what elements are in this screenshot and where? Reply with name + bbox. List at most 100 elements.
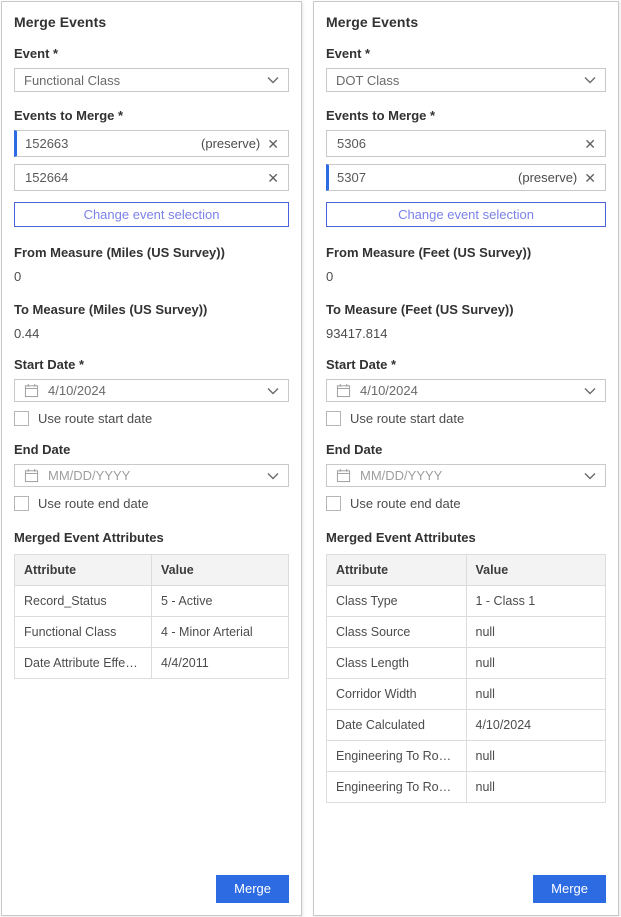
value-cell: null	[466, 772, 606, 803]
event-select-value: DOT Class	[336, 73, 399, 88]
table-row: Class Length null	[327, 648, 606, 679]
calendar-icon	[24, 383, 39, 398]
table-row: Engineering To RouteID null	[327, 741, 606, 772]
event-id: 5306	[337, 136, 584, 151]
event-id: 152664	[25, 170, 267, 185]
merged-event-attributes-table: Attribute Value Record_Status 5 - Active…	[14, 554, 289, 679]
start-date-label: Start Date *	[326, 357, 606, 372]
event-to-merge-item[interactable]: 152663 (preserve) ✕	[14, 130, 289, 157]
value-cell: null	[466, 679, 606, 710]
chevron-down-icon	[267, 472, 279, 480]
event-label: Event *	[326, 46, 606, 61]
table-row: Date Attribute Effective 4/4/2011	[15, 648, 289, 679]
use-route-end-date-row: Use route end date	[326, 496, 606, 511]
table-row: Class Source null	[327, 617, 606, 648]
chevron-down-icon	[267, 76, 279, 84]
merge-events-panel-right: Merge Events Event * DOT Class Events to…	[313, 1, 619, 916]
value-cell: null	[466, 741, 606, 772]
close-icon[interactable]: ✕	[267, 137, 279, 151]
from-measure-label: From Measure (Feet (US Survey))	[326, 245, 606, 260]
attribute-cell: Class Source	[327, 617, 467, 648]
start-date-label: Start Date *	[14, 357, 289, 372]
to-measure-value: 0.44	[14, 326, 289, 341]
close-icon[interactable]: ✕	[267, 171, 279, 185]
event-select-value: Functional Class	[24, 73, 120, 88]
panel-title: Merge Events	[14, 14, 289, 30]
start-date-value: 4/10/2024	[360, 383, 418, 398]
close-icon[interactable]: ✕	[584, 171, 596, 185]
use-route-end-date-checkbox[interactable]	[14, 496, 29, 511]
change-event-selection-button[interactable]: Change event selection	[326, 202, 606, 227]
use-route-start-date-row: Use route start date	[14, 411, 289, 426]
end-date-label: End Date	[326, 442, 606, 457]
event-to-merge-item[interactable]: 152664 ✕	[14, 164, 289, 191]
merge-events-workspace: Merge Events Event * Functional Class Ev…	[0, 0, 621, 917]
use-route-end-date-label: Use route end date	[38, 496, 149, 511]
attribute-cell: Engineering To RouteID	[327, 741, 467, 772]
end-date-input[interactable]: MM/DD/YYYY	[326, 464, 606, 487]
use-route-start-date-checkbox[interactable]	[14, 411, 29, 426]
start-date-input[interactable]: 4/10/2024	[326, 379, 606, 402]
attribute-cell: Engineering To Route ...	[327, 772, 467, 803]
calendar-icon	[336, 468, 351, 483]
attribute-cell: Date Attribute Effective	[15, 648, 152, 679]
panel-footer: Merge	[14, 875, 289, 903]
preserve-badge: (preserve)	[518, 170, 577, 185]
chevron-down-icon	[584, 472, 596, 480]
chevron-down-icon	[267, 387, 279, 395]
merge-button[interactable]: Merge	[533, 875, 606, 903]
event-select[interactable]: DOT Class	[326, 68, 606, 92]
merge-button[interactable]: Merge	[216, 875, 289, 903]
use-route-start-date-label: Use route start date	[38, 411, 152, 426]
event-to-merge-item[interactable]: 5306 ✕	[326, 130, 606, 157]
chevron-down-icon	[584, 76, 596, 84]
value-cell: 4 - Minor Arterial	[152, 617, 289, 648]
events-to-merge-label: Events to Merge *	[14, 108, 289, 123]
calendar-icon	[24, 468, 39, 483]
value-cell: 5 - Active	[152, 586, 289, 617]
panel-title: Merge Events	[326, 14, 606, 30]
table-row: Corridor Width null	[327, 679, 606, 710]
chevron-down-icon	[584, 387, 596, 395]
attribute-cell: Date Calculated	[327, 710, 467, 741]
use-route-start-date-label: Use route start date	[350, 411, 464, 426]
events-to-merge-label: Events to Merge *	[326, 108, 606, 123]
table-row: Engineering To Route ... null	[327, 772, 606, 803]
to-measure-value: 93417.814	[326, 326, 606, 341]
use-route-end-date-label: Use route end date	[350, 496, 461, 511]
event-id: 5307	[337, 170, 518, 185]
merge-events-panel-left: Merge Events Event * Functional Class Ev…	[1, 1, 302, 916]
use-route-start-date-checkbox[interactable]	[326, 411, 341, 426]
event-id: 152663	[25, 136, 201, 151]
merged-event-attributes-table: Attribute Value Class Type 1 - Class 1 C…	[326, 554, 606, 803]
to-measure-label: To Measure (Miles (US Survey))	[14, 302, 289, 317]
table-row: Date Calculated 4/10/2024	[327, 710, 606, 741]
table-row: Record_Status 5 - Active	[15, 586, 289, 617]
event-label: Event *	[14, 46, 289, 61]
end-date-placeholder: MM/DD/YYYY	[48, 468, 130, 483]
merged-event-attributes-title: Merged Event Attributes	[326, 530, 606, 545]
value-cell: null	[466, 648, 606, 679]
event-select[interactable]: Functional Class	[14, 68, 289, 92]
change-event-selection-button[interactable]: Change event selection	[14, 202, 289, 227]
panel-footer: Merge	[326, 875, 606, 903]
from-measure-value: 0	[326, 269, 606, 284]
use-route-end-date-row: Use route end date	[14, 496, 289, 511]
value-cell: null	[466, 617, 606, 648]
merged-event-attributes-title: Merged Event Attributes	[14, 530, 289, 545]
value-cell: 4/10/2024	[466, 710, 606, 741]
attribute-column-header: Attribute	[327, 555, 467, 586]
end-date-input[interactable]: MM/DD/YYYY	[14, 464, 289, 487]
end-date-label: End Date	[14, 442, 289, 457]
value-cell: 1 - Class 1	[466, 586, 606, 617]
from-measure-label: From Measure (Miles (US Survey))	[14, 245, 289, 260]
event-to-merge-item[interactable]: 5307 (preserve) ✕	[326, 164, 606, 191]
to-measure-label: To Measure (Feet (US Survey))	[326, 302, 606, 317]
value-cell: 4/4/2011	[152, 648, 289, 679]
close-icon[interactable]: ✕	[584, 137, 596, 151]
start-date-input[interactable]: 4/10/2024	[14, 379, 289, 402]
attribute-cell: Record_Status	[15, 586, 152, 617]
attribute-cell: Functional Class	[15, 617, 152, 648]
use-route-end-date-checkbox[interactable]	[326, 496, 341, 511]
attribute-column-header: Attribute	[15, 555, 152, 586]
